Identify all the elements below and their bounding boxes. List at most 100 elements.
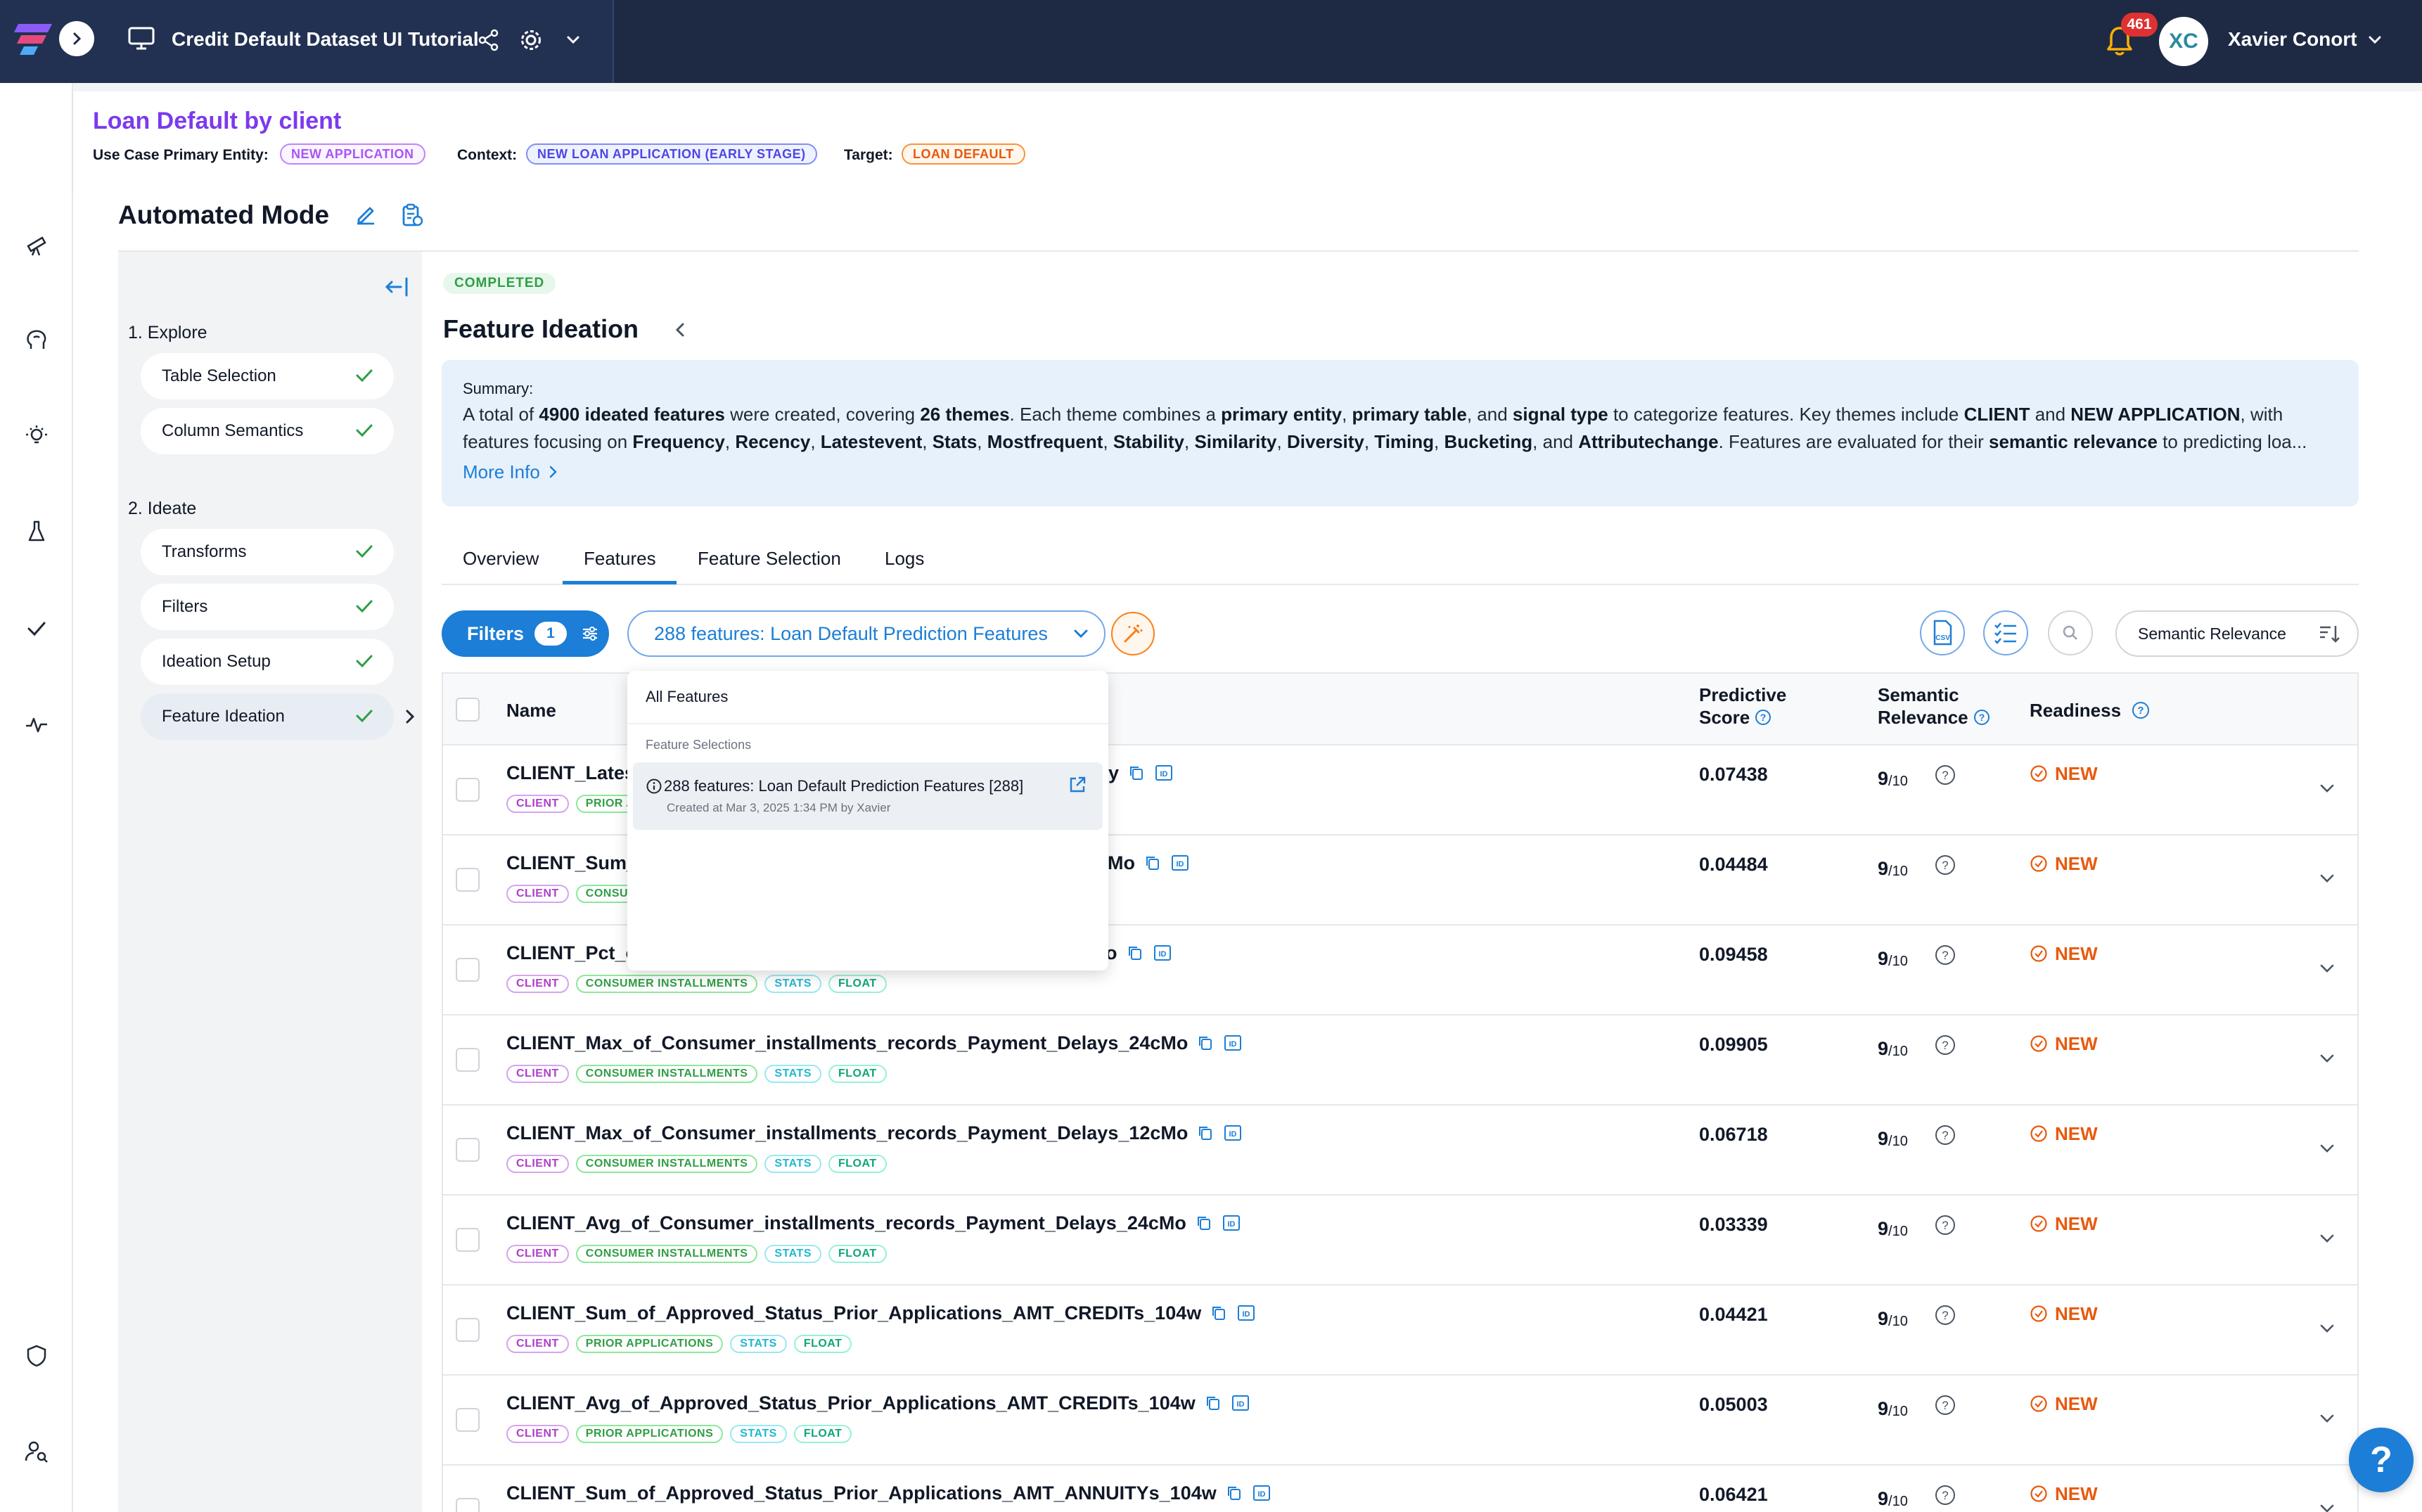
row-checkbox[interactable] (456, 1228, 480, 1252)
row-checkbox[interactable] (456, 778, 480, 802)
magic-wand-button[interactable] (1111, 612, 1155, 655)
expand-row-chevron-icon[interactable] (2317, 1319, 2338, 1338)
app-logo-icon[interactable] (14, 18, 56, 60)
feature-name[interactable]: CLIENT_Sum_ (506, 851, 637, 875)
share-icon[interactable] (477, 28, 501, 52)
help-icon[interactable]: ? (1934, 1034, 1956, 1056)
id-icon[interactable]: ID (1170, 854, 1190, 872)
sort-icon[interactable] (2318, 623, 2340, 644)
id-icon[interactable]: ID (1222, 1214, 1241, 1232)
activity-icon[interactable] (21, 709, 52, 740)
user-menu-chevron-icon[interactable] (2366, 31, 2384, 49)
table-row[interactable]: CLIENT_Max_of_Consumer_installments_reco… (443, 1106, 2357, 1196)
table-row[interactable]: CLIENT_Max_of_Consumer_installments_reco… (443, 1016, 2357, 1106)
id-icon[interactable]: ID (1154, 764, 1174, 782)
menu-item-all-features[interactable]: All Features (646, 686, 728, 707)
step-feature-ideation[interactable]: Feature Ideation (141, 693, 394, 740)
telescope-icon[interactable] (21, 229, 52, 260)
table-row[interactable]: CLIENT_Sum_of_Approved_Status_Prior_Appl… (443, 1466, 2357, 1512)
expand-row-chevron-icon[interactable] (2317, 1049, 2338, 1068)
check-icon[interactable] (21, 613, 52, 644)
id-icon[interactable]: ID (1223, 1124, 1243, 1142)
help-icon[interactable]: ? (1754, 708, 1772, 726)
copy-icon[interactable] (1204, 1394, 1222, 1412)
id-icon[interactable]: ID (1252, 1484, 1271, 1502)
expand-row-chevron-icon[interactable] (2317, 1409, 2338, 1428)
step-filters[interactable]: Filters (141, 584, 394, 630)
table-row[interactable]: CLIENT_Avg_of_Approved_Status_Prior_Appl… (443, 1376, 2357, 1466)
copy-icon[interactable] (1127, 764, 1146, 782)
copy-icon[interactable] (1143, 854, 1162, 872)
row-checkbox[interactable] (456, 868, 480, 892)
chevron-down-icon[interactable] (1070, 624, 1091, 643)
copy-icon[interactable] (1210, 1304, 1228, 1322)
step-ideation-setup[interactable]: Ideation Setup (141, 639, 394, 685)
id-icon[interactable]: ID (1231, 1394, 1250, 1412)
expand-row-chevron-icon[interactable] (2317, 959, 2338, 978)
menu-item-feature-selection[interactable] (633, 762, 1103, 830)
feature-name-tail[interactable]: cMo ID (1097, 851, 1190, 875)
help-icon[interactable]: ? (1934, 854, 1956, 876)
brain-icon[interactable] (21, 325, 52, 356)
id-icon[interactable]: ID (1223, 1034, 1243, 1052)
copy-icon[interactable] (1126, 944, 1144, 962)
step-transforms[interactable]: Transforms (141, 529, 394, 575)
more-info-link[interactable]: More Info (463, 460, 560, 484)
user-search-icon[interactable] (21, 1436, 52, 1467)
feature-name-tail[interactable]: y ID (1108, 761, 1174, 785)
feature-selection-dropdown[interactable]: 288 features: Loan Default Prediction Fe… (627, 610, 1106, 657)
help-icon[interactable]: ? (1934, 1394, 1956, 1416)
user-name[interactable]: Xavier Conort (2228, 27, 2357, 52)
checklist-button[interactable] (1983, 610, 2028, 655)
gear-icon[interactable] (519, 28, 543, 52)
column-header-semantic-relevance[interactable]: Semantic Relevance ? (1878, 684, 1991, 729)
shield-icon[interactable] (21, 1340, 52, 1371)
row-checkbox[interactable] (456, 1048, 480, 1072)
feature-name[interactable]: CLIENT_Avg_of_Consumer_installments_reco… (506, 1211, 1241, 1235)
expand-row-chevron-icon[interactable] (2317, 779, 2338, 797)
copy-icon[interactable] (1196, 1034, 1215, 1052)
feature-name[interactable]: CLIENT_Sum_of_Approved_Status_Prior_Appl… (506, 1481, 1271, 1505)
help-icon[interactable]: ? (1973, 708, 1991, 726)
chevron-left-icon[interactable] (672, 321, 688, 339)
help-icon[interactable]: ? (1934, 1124, 1956, 1146)
table-row[interactable]: CLIENT_Avg_of_Consumer_installments_reco… (443, 1196, 2357, 1286)
expand-row-chevron-icon[interactable] (2317, 869, 2338, 888)
flask-icon[interactable] (21, 516, 52, 547)
tab-feature-selection[interactable]: Feature Selection (698, 546, 841, 571)
help-icon[interactable]: ? (2131, 700, 2151, 720)
row-checkbox[interactable] (456, 1408, 480, 1432)
column-header-name[interactable]: Name (506, 699, 556, 722)
id-icon[interactable]: ID (1153, 944, 1172, 962)
expand-row-chevron-icon[interactable] (2317, 1139, 2338, 1158)
tab-features[interactable]: Features (584, 546, 656, 571)
row-checkbox[interactable] (456, 1498, 480, 1512)
copy-icon[interactable] (1196, 1124, 1215, 1142)
feature-name-tail[interactable]: o ID (1106, 941, 1172, 965)
row-checkbox[interactable] (456, 1318, 480, 1342)
help-icon[interactable]: ? (1934, 944, 1956, 966)
column-header-readiness[interactable]: Readiness ? (2030, 699, 2151, 722)
use-case-title[interactable]: Loan Default by client (93, 107, 341, 135)
feature-name[interactable]: CLIENT_Lates (506, 761, 635, 785)
step-table-selection[interactable]: Table Selection (141, 353, 394, 399)
avatar[interactable]: XC (2159, 17, 2208, 66)
expand-row-chevron-icon[interactable] (2317, 1229, 2338, 1248)
search-button[interactable] (2048, 610, 2093, 655)
help-icon[interactable]: ? (1934, 1304, 1956, 1326)
step-column-semantics[interactable]: Column Semantics (141, 408, 394, 454)
row-checkbox[interactable] (456, 1138, 480, 1162)
chevron-down-icon[interactable] (564, 31, 582, 49)
expand-sidebar-button[interactable] (59, 21, 94, 56)
help-icon[interactable]: ? (1934, 764, 1956, 786)
external-link-icon[interactable] (1068, 775, 1087, 795)
feature-name[interactable]: CLIENT_Avg_of_Approved_Status_Prior_Appl… (506, 1391, 1250, 1415)
lightbulb-icon[interactable] (21, 421, 52, 451)
help-button[interactable]: ? (2349, 1428, 2414, 1492)
copy-icon[interactable] (1225, 1484, 1243, 1502)
tab-logs[interactable]: Logs (885, 546, 924, 571)
feature-name[interactable]: CLIENT_Sum_of_Approved_Status_Prior_Appl… (506, 1301, 1256, 1325)
download-csv-button[interactable]: CSV (1920, 610, 1965, 655)
feature-name[interactable]: CLIENT_Max_of_Consumer_installments_reco… (506, 1031, 1243, 1055)
column-header-predictive-score[interactable]: Predictive Score ? (1699, 684, 1786, 729)
